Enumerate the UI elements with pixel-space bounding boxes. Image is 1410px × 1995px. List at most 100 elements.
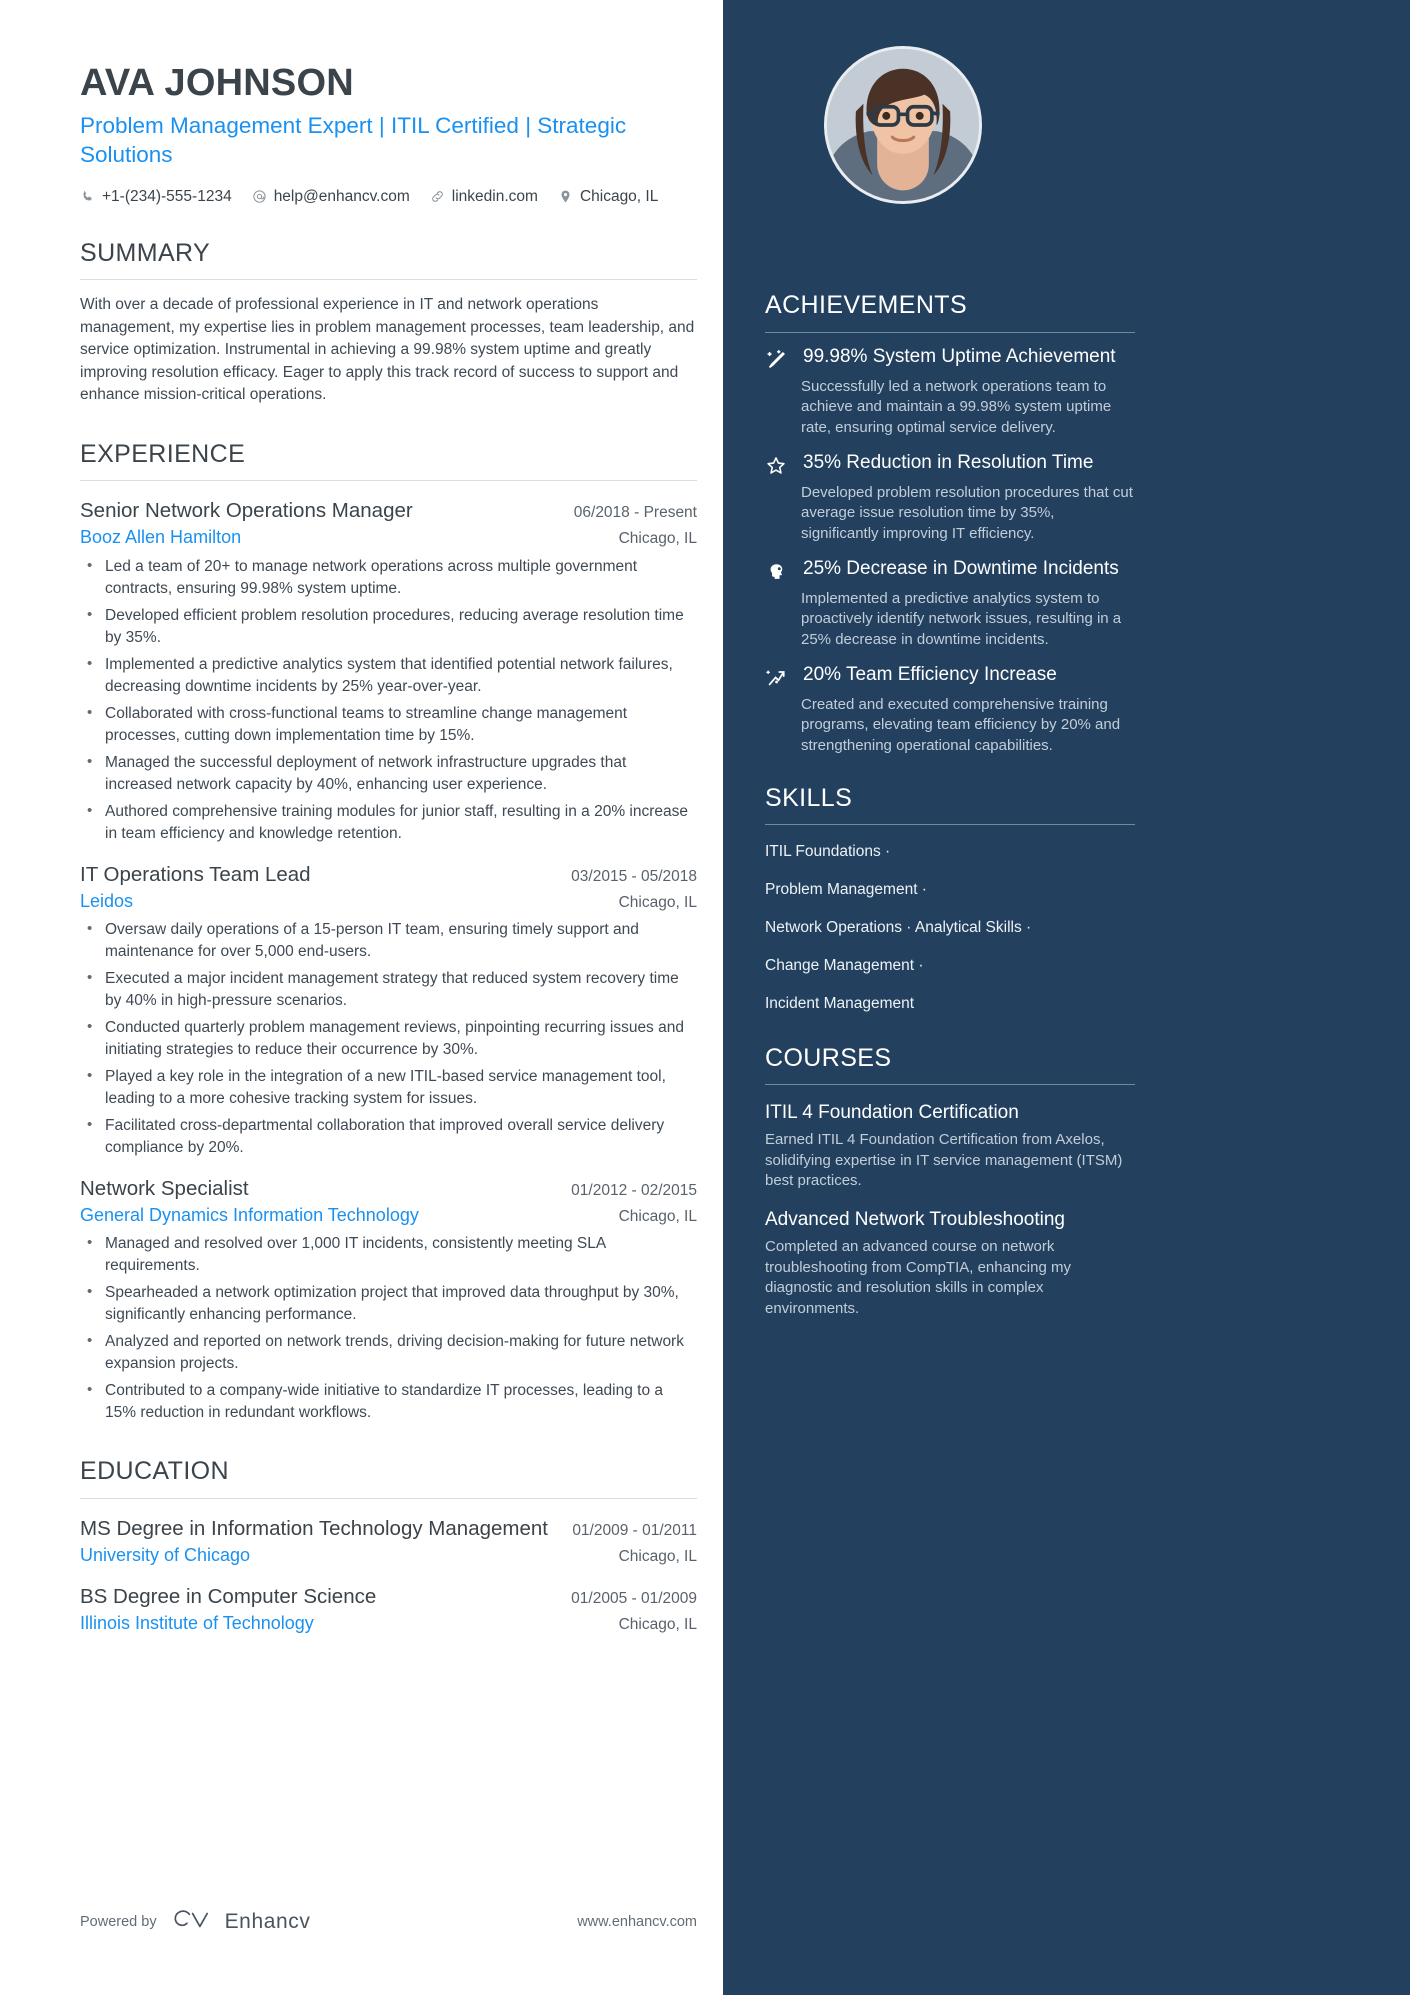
achievement-title: 20% Team Efficiency Increase: [803, 663, 1057, 685]
contact-phone[interactable]: +1-(234)-555-1234: [80, 188, 232, 206]
achievements-divider: [765, 331, 1135, 333]
experience-section: EXPERIENCE Senior Network Operations Man…: [80, 439, 697, 1425]
bullet-item: Managed the successful deployment of net…: [80, 751, 697, 796]
achievement-item: 20% Team Efficiency Increase: [765, 663, 1135, 689]
skill-line: Problem Management ·: [765, 881, 927, 899]
bullet-item: Led a team of 20+ to manage network oper…: [80, 555, 697, 600]
course-item: ITIL 4 Foundation Certification Earned I…: [765, 1101, 1135, 1192]
location-pin-icon: [558, 189, 573, 204]
achievement-item: 99.98% System Uptime Achievement: [765, 345, 1135, 371]
degree-date: 01/2005 - 01/2009: [571, 1590, 697, 1608]
school-name[interactable]: Illinois Institute of Technology: [80, 1612, 314, 1635]
achievement-description: Developed problem resolution procedures …: [801, 483, 1133, 542]
courses-section: COURSES ITIL 4 Foundation Certification …: [765, 1043, 1135, 1320]
summary-section: SUMMARY With over a decade of profession…: [80, 238, 697, 407]
achievement-title: 25% Decrease in Downtime Incidents: [803, 557, 1119, 579]
skill-line: ITIL Foundations ·: [765, 843, 891, 861]
bullet-item: Authored comprehensive training modules …: [80, 800, 697, 845]
experience-divider: [80, 480, 697, 482]
courses-divider: [765, 1084, 1135, 1086]
bullet-item: Conducted quarterly problem management r…: [80, 1016, 697, 1061]
job-role: Senior Network Operations Manager: [80, 499, 413, 523]
contact-email[interactable]: help@enhancv.com: [252, 188, 410, 206]
contact-location: Chicago, IL: [558, 188, 658, 206]
bullet-item: Spearheaded a network optimization proje…: [80, 1281, 697, 1326]
courses-title: COURSES: [765, 1043, 892, 1072]
sidebar-content: ACHIEVEMENTS 99.98% System Uptime Achiev…: [765, 0, 1135, 1326]
page-title: AVA JOHNSON: [80, 62, 354, 104]
summary-title: SUMMARY: [80, 238, 211, 267]
head-profile-icon: [765, 557, 789, 583]
achievement-description: Successfully led a network operations te…: [801, 377, 1112, 436]
main-column: AVA JOHNSON Problem Management Expert | …: [0, 0, 723, 1995]
contact-row: +1-(234)-555-1234 help@enhancv.com linke…: [80, 188, 697, 206]
school-name[interactable]: University of Chicago: [80, 1544, 250, 1567]
job-date: 01/2012 - 02/2015: [571, 1182, 697, 1200]
education-entry: MS Degree in Information Technology Mana…: [80, 1516, 697, 1567]
skills-section: SKILLS ITIL Foundations · Problem Manage…: [765, 784, 1135, 1015]
job-bullets: Led a team of 20+ to manage network oper…: [80, 555, 697, 845]
skills-divider: [765, 824, 1135, 826]
job-date: 06/2018 - Present: [573, 504, 697, 522]
education-section: EDUCATION MS Degree in Information Techn…: [80, 1458, 697, 1635]
contact-email-text: help@enhancv.com: [273, 187, 410, 205]
avatar: [824, 46, 982, 204]
job-location: Chicago, IL: [618, 530, 697, 548]
education-divider: [80, 1497, 697, 1499]
job-location: Chicago, IL: [618, 1208, 697, 1226]
contact-link[interactable]: linkedin.com: [430, 188, 538, 206]
degree-title: BS Degree in Computer Science: [80, 1585, 377, 1609]
website-url: www.enhancv.com: [577, 1914, 697, 1930]
bullet-item: Analyzed and reported on network trends,…: [80, 1330, 697, 1375]
achievement-description: Created and executed comprehensive train…: [801, 695, 1121, 755]
resume-page: ACHIEVEMENTS 99.98% System Uptime Achiev…: [0, 0, 1410, 1995]
job-location: Chicago, IL: [618, 893, 697, 911]
job-bullets: Managed and resolved over 1,000 IT incid…: [80, 1232, 697, 1424]
powered-by-label: Powered by: [80, 1914, 157, 1930]
achievement-title: 99.98% System Uptime Achievement: [803, 345, 1116, 367]
job-company[interactable]: Leidos: [80, 890, 133, 913]
sidebar-panel: ACHIEVEMENTS 99.98% System Uptime Achiev…: [723, 0, 1410, 1995]
bullet-item: Managed and resolved over 1,000 IT incid…: [80, 1232, 697, 1277]
job-bullets: Oversaw daily operations of a 15-person …: [80, 918, 697, 1159]
degree-date: 01/2009 - 01/2011: [572, 1521, 697, 1539]
phone-icon: [80, 189, 95, 204]
achievements-section: ACHIEVEMENTS 99.98% System Uptime Achiev…: [765, 291, 1135, 757]
enhancv-wordmark: Enhancv: [224, 1910, 311, 1933]
school-location: Chicago, IL: [618, 1616, 697, 1634]
bullet-item: Developed efficient problem resolution p…: [80, 604, 697, 649]
growth-arrow-icon: [765, 663, 789, 689]
school-location: Chicago, IL: [618, 1547, 697, 1565]
job-role: Network Specialist: [80, 1177, 249, 1201]
skill-line: Network Operations · Analytical Skills ·: [765, 919, 1032, 937]
enhancv-logo-icon: [170, 1907, 212, 1937]
job-date: 03/2015 - 05/2018: [571, 867, 697, 885]
bullet-item: Executed a major incident management str…: [80, 967, 697, 1012]
skill-line: Change Management ·: [765, 957, 924, 975]
bullet-item: Played a key role in the integration of …: [80, 1065, 697, 1110]
magic-wand-icon: [765, 345, 789, 371]
bullet-item: Facilitated cross-departmental collabora…: [80, 1114, 697, 1159]
course-title: ITIL 4 Foundation Certification: [765, 1102, 1019, 1124]
bullet-item: Collaborated with cross-functional teams…: [80, 702, 697, 747]
link-icon: [430, 189, 445, 204]
achievement-description: Implemented a predictive analytics syste…: [801, 589, 1122, 648]
star-icon: [765, 451, 789, 477]
job-company[interactable]: Booz Allen Hamilton: [80, 526, 241, 549]
course-item: Advanced Network Troubleshooting Complet…: [765, 1208, 1135, 1320]
experience-title: EXPERIENCE: [80, 439, 246, 468]
experience-entry: Network Specialist 01/2012 - 02/2015 Gen…: [80, 1176, 697, 1424]
contact-phone-text: +1-(234)-555-1234: [102, 187, 232, 205]
degree-title: MS Degree in Information Technology Mana…: [80, 1516, 548, 1540]
experience-entry: Senior Network Operations Manager 06/201…: [80, 498, 697, 844]
achievement-item: 35% Reduction in Resolution Time: [765, 451, 1135, 477]
experience-entry: IT Operations Team Lead 03/2015 - 05/201…: [80, 862, 697, 1159]
course-description: Completed an advanced course on network …: [765, 1237, 1071, 1317]
enhancv-branding: Powered by Enhancv: [80, 1907, 311, 1937]
job-company[interactable]: General Dynamics Information Technology: [80, 1204, 419, 1227]
bullet-item: Contributed to a company-wide initiative…: [80, 1379, 697, 1424]
bullet-item: Implemented a predictive analytics syste…: [80, 653, 697, 698]
bullet-item: Oversaw daily operations of a 15-person …: [80, 918, 697, 963]
course-description: Earned ITIL 4 Foundation Certification f…: [765, 1131, 1123, 1190]
page-footer: Powered by Enhancv www.enhancv.com: [80, 1907, 697, 1937]
